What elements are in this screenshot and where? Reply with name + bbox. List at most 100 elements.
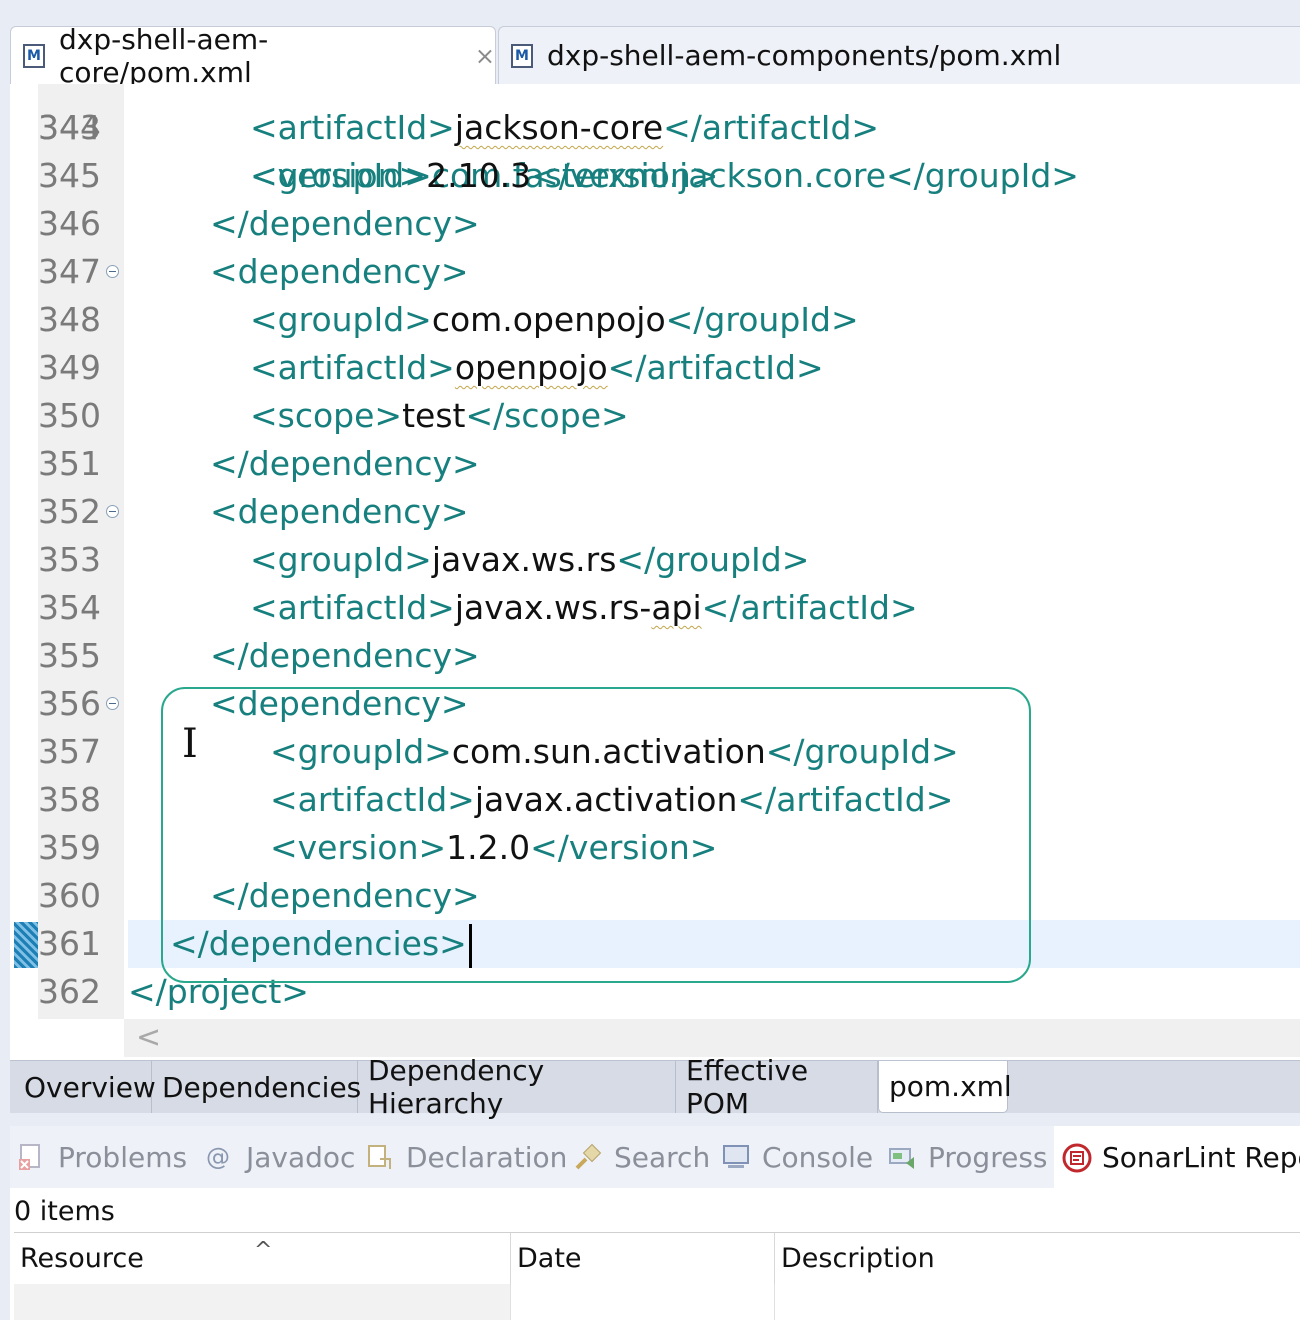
code-line-359: 359 <version>1.2.0</version> — [10, 824, 1300, 872]
tab-label: dxp-shell-aem-core/pom.xml — [59, 22, 269, 89]
fold-collapse-icon[interactable] — [106, 505, 119, 518]
code-line-347: 347 <dependency> — [10, 248, 1300, 296]
search-icon — [574, 1143, 602, 1171]
tab-javadoc[interactable]: @ Javadoc — [206, 1126, 355, 1188]
code-line-352: 352 <dependency> — [10, 488, 1300, 536]
line-number: 362 — [38, 972, 101, 1011]
tab-core-pom[interactable]: M dxp-shell-aem-core/pom.xml ⨯ — [10, 23, 496, 89]
xml-tag: <version> — [250, 156, 427, 195]
tab-dependency-hierarchy[interactable]: Dependency Hierarchy — [358, 1054, 676, 1120]
fold-collapse-icon[interactable] — [106, 265, 119, 278]
close-icon[interactable]: ⨯ — [475, 44, 495, 68]
line-code: </dependency> — [210, 632, 480, 680]
tab-sonarlint-report[interactable]: SonarLint Repo — [1054, 1126, 1300, 1188]
xml-tag: <dependency> — [210, 492, 469, 531]
code-line-350: 350 <scope>test</scope> — [10, 392, 1300, 440]
code-line-356: 356 <dependency> — [10, 680, 1300, 728]
tab-effective-pom[interactable]: Effective POM — [676, 1054, 878, 1120]
javadoc-icon: @ — [206, 1143, 230, 1171]
line-code: <version>1.2.0</version> — [270, 824, 717, 872]
xml-tag: </groupId> — [765, 732, 959, 771]
xml-tag: </version> — [531, 156, 719, 195]
tab-components-pom[interactable]: M dxp-shell-aem-components/pom.xml — [498, 26, 1300, 84]
line-code: <artifactId>openpojo</artifactId> — [250, 344, 824, 392]
line-code: <groupId>com.openpojo</groupId> — [250, 296, 859, 344]
tab-console[interactable]: Console — [722, 1126, 873, 1188]
xml-tag: <dependency> — [210, 684, 469, 723]
xml-tag: </groupId> — [665, 300, 859, 339]
code-line-349: 349 <artifactId>openpojo</artifactId> — [10, 344, 1300, 392]
line-number: 344 — [38, 108, 101, 147]
tab-label: Javadoc — [246, 1140, 356, 1174]
view-tab-bar: Problems @ Javadoc Declaration Search Co… — [10, 1126, 1300, 1188]
line-number: 350 — [38, 396, 101, 435]
line-number: 355 — [38, 636, 101, 675]
table-row — [14, 1284, 510, 1320]
tab-problems[interactable]: Problems — [18, 1126, 187, 1188]
text-cursor-ibeam-icon: I — [182, 721, 198, 767]
current-line-marker — [14, 922, 38, 968]
code-line-351: 351 </dependency> — [10, 440, 1300, 488]
line-code: <groupId>com.sun.activation</groupId> — [270, 728, 959, 776]
xml-text: com.openpojo — [431, 300, 666, 339]
line-code: <dependency> — [210, 248, 469, 296]
tab-label: Problems — [58, 1140, 188, 1174]
xml-tag: </artifactId> — [701, 588, 918, 627]
code-line-355: 355 </dependency> — [10, 632, 1300, 680]
line-code: <scope>test</scope> — [250, 392, 629, 440]
column-header-date[interactable]: Date — [510, 1233, 774, 1285]
xml-text: api — [651, 588, 702, 627]
line-code: </dependency> — [210, 872, 480, 920]
xml-tag: <groupId> — [250, 300, 432, 339]
code-line-353: 353 <groupId>javax.ws.rs</groupId> — [10, 536, 1300, 584]
scroll-left-icon[interactable]: < — [136, 1021, 161, 1055]
xml-source-editor[interactable]: 343 <groupId>com.fasterxml.jackson.core<… — [10, 84, 1300, 1060]
column-header-description[interactable]: Description — [774, 1233, 1300, 1285]
fold-collapse-icon[interactable] — [106, 697, 119, 710]
code-line-357: 357 <groupId>com.sun.activation</groupId> — [10, 728, 1300, 776]
xml-text: javax.ws.rs- — [454, 588, 652, 627]
code-line-346: 346 </dependency> — [10, 200, 1300, 248]
tab-progress[interactable]: Progress — [888, 1126, 1048, 1188]
xml-tag: <dependency> — [210, 252, 469, 291]
xml-tag: <artifactId> — [250, 108, 455, 147]
xml-tag: </dependency> — [210, 636, 480, 675]
code-line-362: 362 </project> — [10, 968, 1300, 1016]
line-number: 360 — [38, 876, 101, 915]
code-line-360: 360 </dependency> — [10, 872, 1300, 920]
xml-tag: </dependency> — [210, 444, 480, 483]
xml-tag: </artifactId> — [737, 780, 954, 819]
sort-ascending-icon: ^ — [254, 1238, 273, 1263]
xml-tag: </artifactId> — [607, 348, 824, 387]
column-divider — [774, 1284, 775, 1320]
tab-pom-xml[interactable]: pom.xml — [878, 1061, 1012, 1113]
code-area[interactable]: 343 <groupId>com.fasterxml.jackson.core<… — [10, 84, 1300, 1019]
line-code: <artifactId>jackson-core</artifactId> — [250, 104, 879, 152]
table-header: Resource ^ Date Description — [14, 1232, 1300, 1285]
line-code: </dependencies> — [170, 920, 472, 968]
line-code: </dependency> — [210, 440, 480, 488]
maven-pom-icon: M — [23, 43, 45, 68]
column-header-resource[interactable]: Resource ^ — [14, 1233, 510, 1285]
column-divider — [510, 1284, 511, 1320]
xml-tag: <scope> — [250, 396, 403, 435]
problems-icon — [18, 1143, 46, 1171]
xml-tag: </project> — [128, 972, 309, 1011]
tab-overview[interactable]: Overview — [14, 1061, 156, 1113]
tab-label: Declaration — [406, 1140, 568, 1174]
tab-dependencies[interactable]: Dependencies — [152, 1061, 361, 1113]
xml-tag: <artifactId> — [250, 348, 455, 387]
code-line-358: 358 <artifactId>javax.activation</artifac… — [10, 776, 1300, 824]
line-number: 351 — [38, 444, 101, 483]
xml-text: jackson-core — [454, 108, 664, 147]
line-code: </project> — [128, 968, 309, 1016]
horizontal-scrollbar[interactable]: < — [124, 1019, 1300, 1057]
tab-search[interactable]: Search — [574, 1126, 710, 1188]
tab-declaration[interactable]: Declaration — [366, 1126, 567, 1188]
tab-label: Console — [762, 1140, 874, 1174]
declaration-icon — [366, 1143, 394, 1171]
console-icon — [722, 1143, 750, 1171]
xml-tag: </scope> — [465, 396, 629, 435]
tab-label: Search — [614, 1140, 711, 1174]
tab-label: SonarLint Repo — [1102, 1140, 1300, 1174]
